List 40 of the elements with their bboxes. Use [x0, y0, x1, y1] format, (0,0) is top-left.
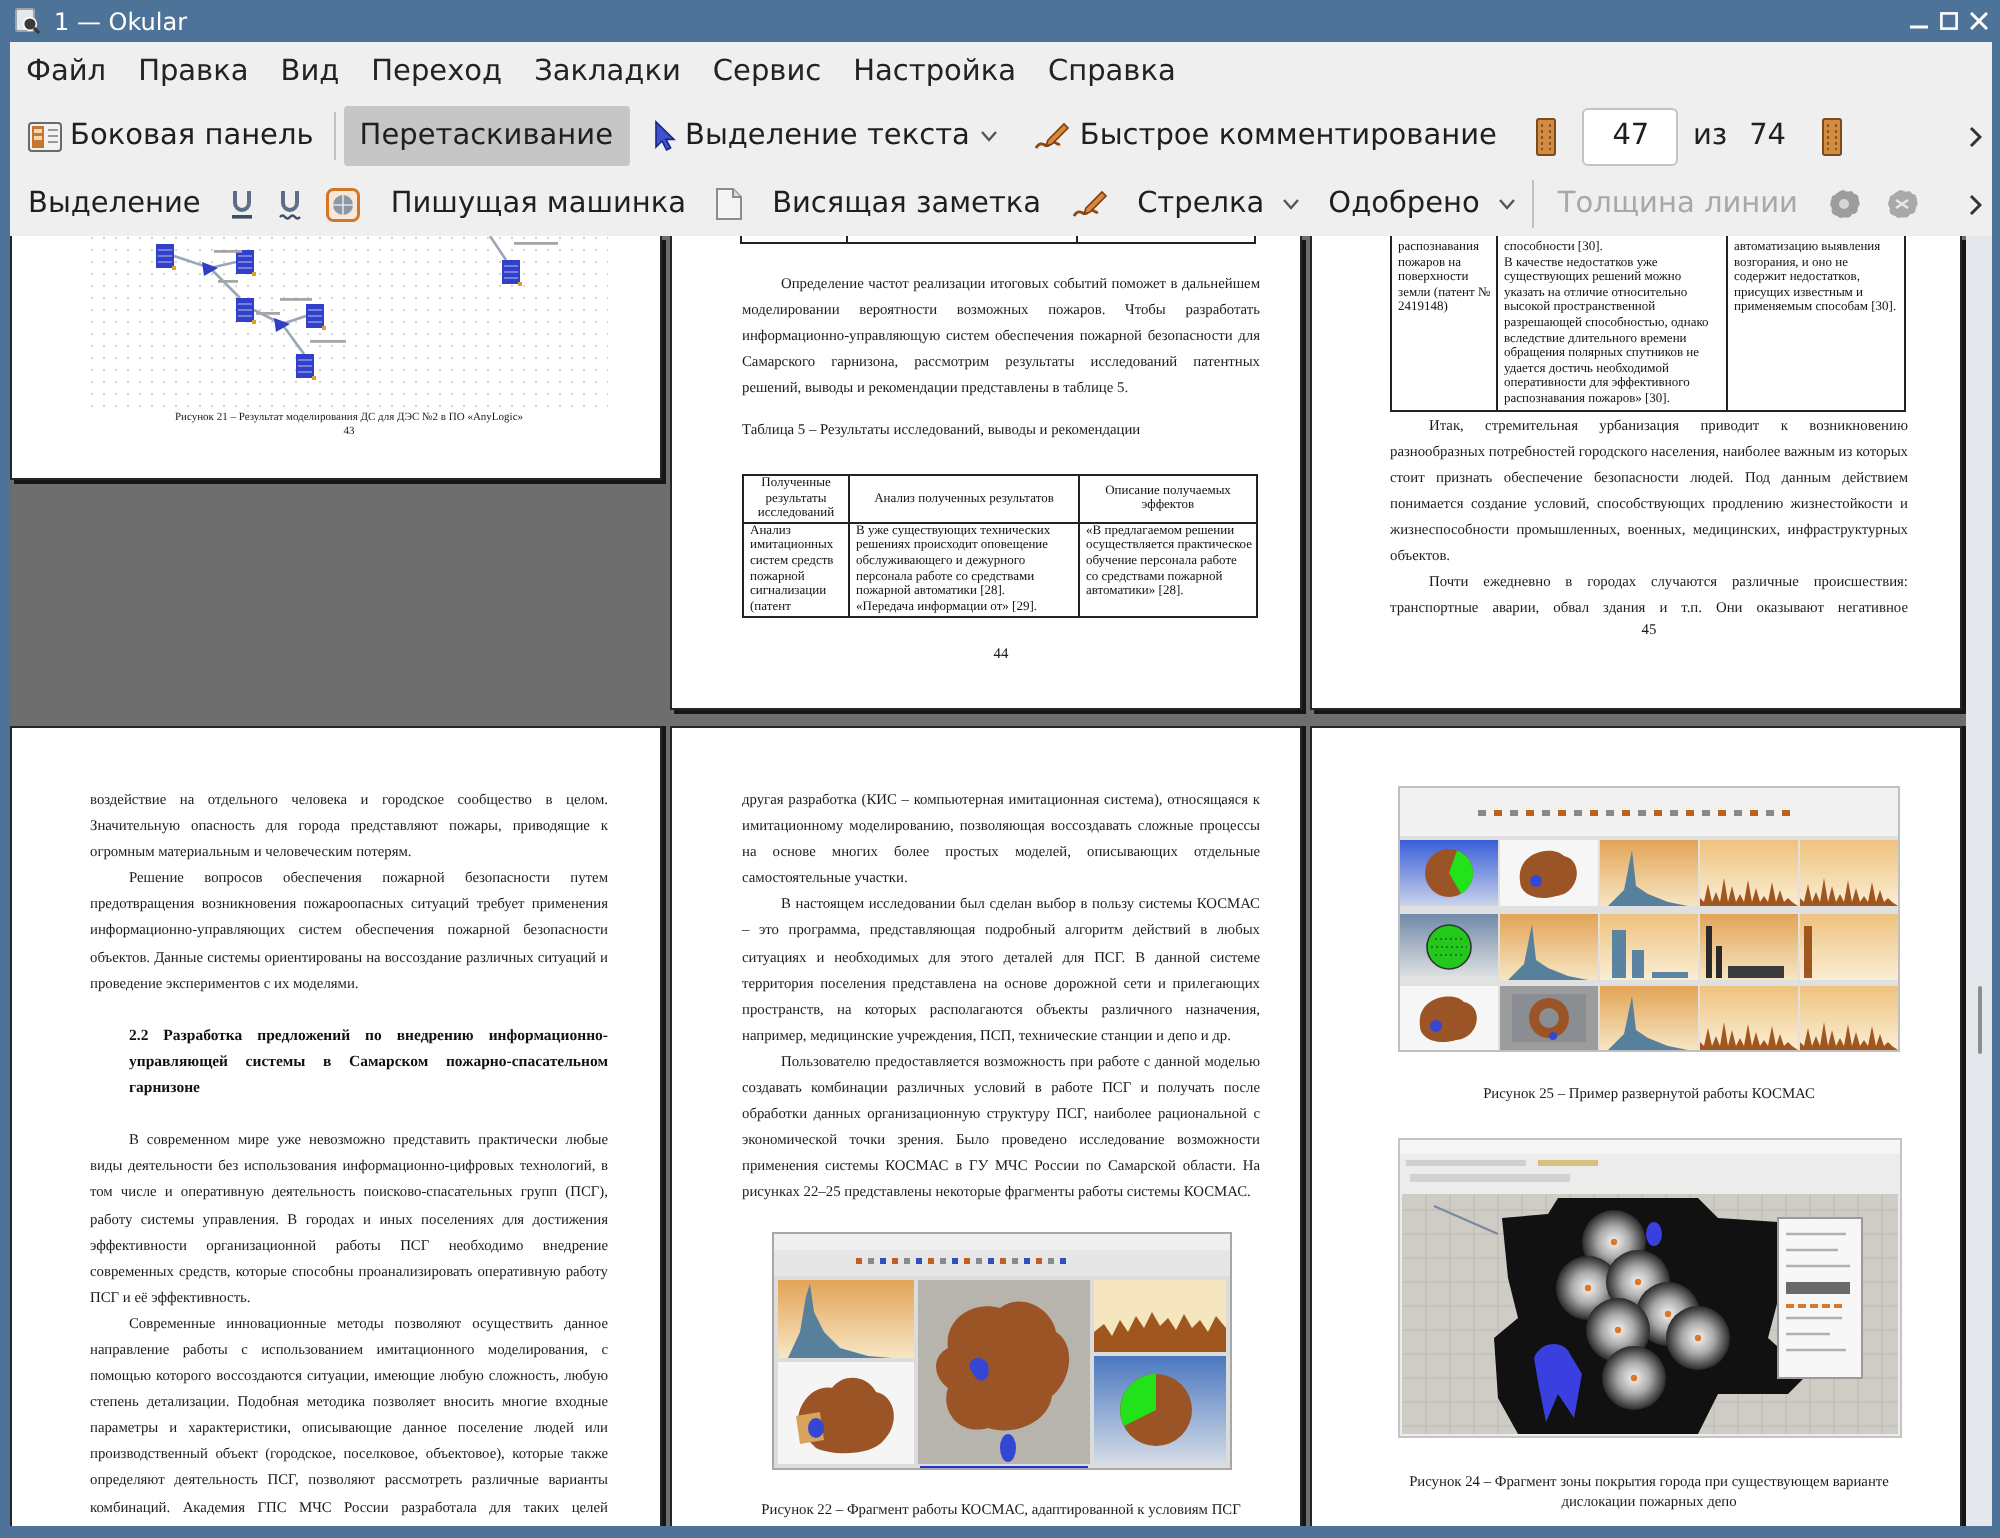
scrollbar-thumb[interactable] — [1977, 986, 1981, 1054]
squiggle-underline-icon[interactable] — [278, 188, 303, 220]
scrollbar[interactable] — [1966, 236, 1992, 1526]
menu-item[interactable]: Справка — [1031, 55, 1192, 87]
annotation-menu-button[interactable]: Стрелка — [1125, 174, 1305, 234]
pen-icon[interactable] — [1071, 187, 1108, 221]
menu-item[interactable]: Настройка — [837, 55, 1032, 87]
book-spine-icon[interactable] — [1536, 117, 1557, 155]
pen-icon — [1033, 119, 1070, 153]
menu-item[interactable]: Правка — [122, 55, 265, 87]
close-icon[interactable] — [1970, 12, 1988, 30]
page-total-text: 74 — [1749, 120, 1787, 152]
annotation-tool-button[interactable]: Висящая заметка — [760, 174, 1054, 234]
maximize-icon[interactable] — [1940, 12, 1958, 30]
menu-item[interactable]: Вид — [264, 55, 356, 87]
window-title: 1 — Okular — [54, 7, 190, 35]
caret-icon — [1282, 198, 1301, 210]
underline-icon[interactable] — [230, 188, 255, 220]
book-spine-icon[interactable] — [1822, 117, 1843, 155]
quick-annotation-button[interactable]: Быстрое комментирование — [1021, 106, 1509, 166]
menu-item[interactable]: Файл — [10, 55, 123, 87]
cursor-icon — [653, 120, 675, 152]
sidebar-icon — [28, 121, 62, 151]
app-icon[interactable] — [14, 8, 40, 34]
stamp-icon[interactable] — [326, 187, 361, 221]
page-of-text: из — [1692, 120, 1728, 152]
chevron-right-icon[interactable] — [1968, 193, 1982, 215]
chevron-right-icon[interactable] — [1968, 125, 1982, 147]
menu-item[interactable]: Сервис — [696, 55, 838, 87]
annotation-tool-button[interactable]: Выделение — [16, 174, 213, 234]
page-number-field[interactable]: 47 — [1582, 107, 1679, 165]
sidebar-button[interactable]: Боковая панель — [16, 106, 326, 166]
annotation-tool-button[interactable]: Пишущая машинка — [378, 174, 699, 234]
mouse-mode-button[interactable]: Выделение текста — [637, 106, 1014, 166]
note-icon[interactable] — [716, 188, 743, 220]
menu-item[interactable]: Закладки — [518, 55, 697, 87]
mouse-mode-button[interactable]: Перетаскивание — [343, 106, 629, 166]
caret-icon — [1497, 198, 1516, 210]
annotation-menu-button[interactable]: Одобрено — [1316, 174, 1520, 234]
menu-item[interactable]: Переход — [355, 55, 519, 87]
